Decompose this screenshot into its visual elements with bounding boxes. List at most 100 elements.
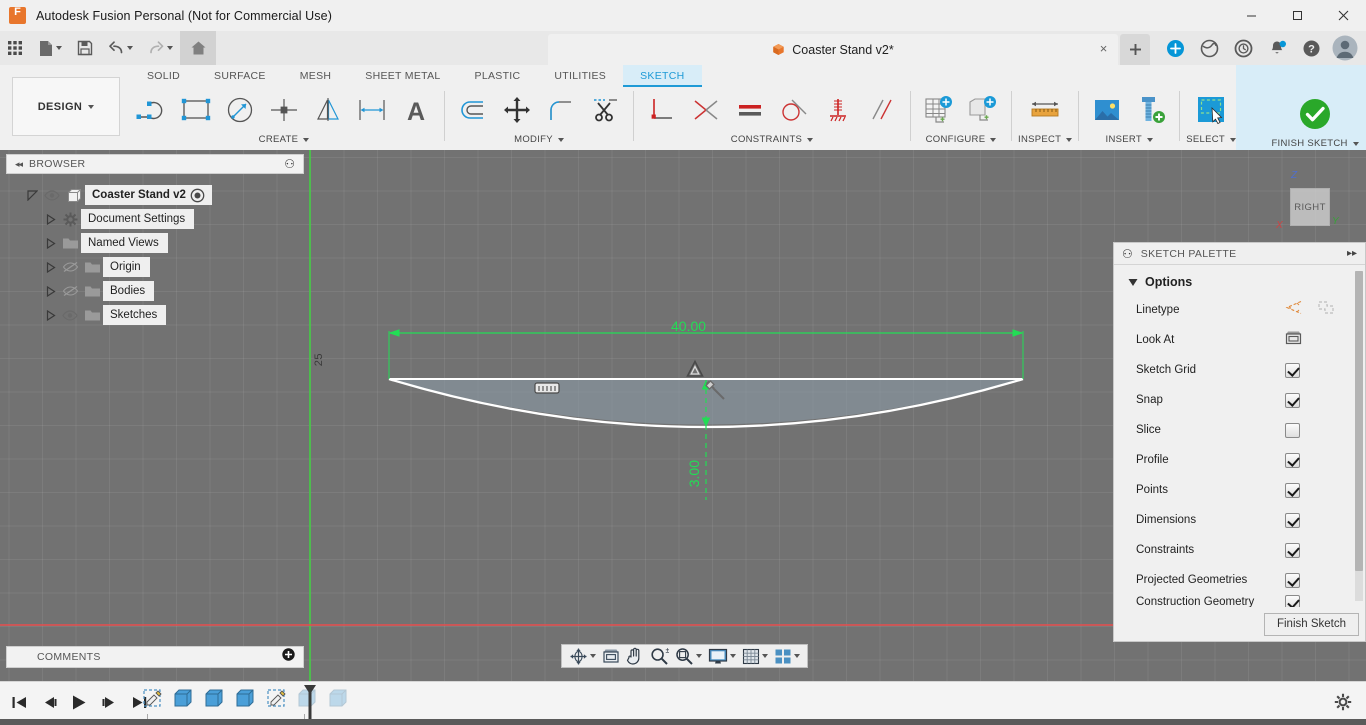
extensions-icon[interactable]: [1158, 31, 1192, 65]
ribbon-group-label-create[interactable]: CREATE: [259, 134, 310, 145]
sidebar-item-sketches[interactable]: Sketches: [6, 303, 304, 327]
browser-header[interactable]: ◂◂ BROWSER ⚇: [6, 154, 304, 174]
document-tab[interactable]: Coaster Stand v2* ×: [548, 34, 1118, 65]
help-icon[interactable]: ?: [1294, 31, 1328, 65]
tab-surface[interactable]: SURFACE: [197, 65, 283, 87]
visibility-eye-off-icon[interactable]: [59, 261, 81, 273]
add-comment-icon[interactable]: [282, 648, 295, 666]
timeline-feature-extrude[interactable]: [171, 686, 197, 712]
fix-unfix-constraint[interactable]: [816, 88, 860, 132]
ribbon-group-label-modify[interactable]: MODIFY: [514, 134, 564, 145]
options-section-header[interactable]: Options: [1114, 273, 1365, 295]
timeline-feature-extrude[interactable]: [326, 686, 352, 712]
palette-scrollbar[interactable]: [1355, 271, 1363, 601]
palette-row-dimensions[interactable]: Dimensions: [1114, 505, 1365, 535]
slice-checkbox[interactable]: [1285, 422, 1300, 438]
redo-button[interactable]: [140, 31, 180, 65]
sidebar-item-origin[interactable]: Origin: [6, 255, 304, 279]
configure-part-tool[interactable]: [961, 88, 1005, 132]
vertical-dimension-value[interactable]: 3.00: [686, 460, 702, 487]
palette-minimize-icon[interactable]: ⚇: [1122, 247, 1133, 261]
text-tool[interactable]: A: [394, 88, 438, 132]
timeline-feature-extrude[interactable]: [233, 686, 259, 712]
sidebar-item-named-views[interactable]: Named Views: [6, 231, 304, 255]
parallel-constraint[interactable]: [860, 88, 904, 132]
home-button[interactable]: [180, 31, 216, 65]
minimize-button[interactable]: [1228, 0, 1274, 31]
visibility-eye-icon[interactable]: [59, 309, 81, 321]
select-tool[interactable]: [1189, 88, 1233, 132]
view-cube[interactable]: Z Y X RIGHT: [1264, 168, 1344, 238]
palette-row-sketch-grid[interactable]: Sketch Grid: [1114, 355, 1365, 385]
expand-arrow-icon[interactable]: [42, 309, 59, 321]
palette-row-profile[interactable]: Profile: [1114, 445, 1365, 475]
notifications-icon[interactable]: [1260, 31, 1294, 65]
step-back-button[interactable]: [38, 690, 60, 714]
circle-tool[interactable]: [218, 88, 262, 132]
snap-checkbox[interactable]: [1285, 392, 1300, 408]
expand-arrow-icon[interactable]: [42, 237, 59, 249]
look-at-icon[interactable]: [1285, 330, 1302, 350]
collinear-constraint[interactable]: [684, 88, 728, 132]
palette-row-slice[interactable]: Slice: [1114, 415, 1365, 445]
viewports-icon[interactable]: [771, 645, 803, 667]
orbit-icon[interactable]: [566, 645, 599, 667]
recent-activity-icon[interactable]: [1226, 31, 1260, 65]
horizontal-constraint-glyph[interactable]: [534, 381, 560, 400]
new-tab-button[interactable]: [1120, 34, 1150, 65]
mirror-tool[interactable]: [306, 88, 350, 132]
coincident-constraint[interactable]: [640, 88, 684, 132]
app-grid-button[interactable]: [0, 31, 30, 65]
avatar[interactable]: [1328, 31, 1362, 65]
visibility-eye-off-icon[interactable]: [59, 285, 81, 297]
palette-scrollbar-thumb[interactable]: [1355, 271, 1363, 571]
measure-tool[interactable]: [1023, 88, 1067, 132]
play-button[interactable]: [68, 690, 90, 714]
offset-tool[interactable]: [451, 88, 495, 132]
pan-icon[interactable]: [623, 645, 647, 667]
construction-geometry-checkbox[interactable]: [1285, 595, 1300, 607]
tab-solid[interactable]: SOLID: [130, 65, 197, 87]
palette-row-snap[interactable]: Snap: [1114, 385, 1365, 415]
sketch-grid-checkbox[interactable]: [1285, 362, 1300, 378]
display-settings-icon[interactable]: [705, 645, 739, 667]
line-tool[interactable]: [130, 88, 174, 132]
timeline-feature-sketch[interactable]: [264, 686, 290, 712]
insert-image-tool[interactable]: [1085, 88, 1129, 132]
zoom-icon[interactable]: ±: [647, 645, 672, 667]
fix-constraint-glyph[interactable]: [704, 379, 728, 408]
expand-arrow-icon[interactable]: [42, 285, 59, 297]
insert-mcmaster-tool[interactable]: [1129, 88, 1173, 132]
sidebar-item-coaster-stand[interactable]: Coaster Stand v2: [6, 183, 304, 207]
tab-utilities[interactable]: UTILITIES: [537, 65, 623, 87]
horizontal-dimension-value[interactable]: 40.00: [671, 318, 706, 334]
dimensions-checkbox[interactable]: [1285, 512, 1300, 528]
configure-table-tool[interactable]: [917, 88, 961, 132]
timeline-marker[interactable]: [303, 684, 317, 724]
point-tool[interactable]: [262, 88, 306, 132]
close-icon[interactable]: ×: [1097, 42, 1110, 56]
workspace-selector[interactable]: DESIGN: [12, 77, 120, 136]
move-copy-tool[interactable]: [495, 88, 539, 132]
undo-button[interactable]: [100, 31, 140, 65]
sidebar-item-document-settings[interactable]: Document Settings: [6, 207, 304, 231]
ribbon-group-label-constraints[interactable]: CONSTRAINTS: [731, 134, 814, 145]
tangent-constraint[interactable]: [772, 88, 816, 132]
maximize-button[interactable]: [1274, 0, 1320, 31]
expand-arrow-icon[interactable]: [42, 213, 59, 225]
look-at-icon[interactable]: [599, 645, 623, 667]
expand-arrow-icon[interactable]: [24, 189, 41, 201]
timeline-settings-icon[interactable]: [1334, 693, 1352, 716]
grid-snaps-icon[interactable]: [739, 645, 771, 667]
profile-checkbox[interactable]: [1285, 452, 1300, 468]
construction-linetype-icon[interactable]: [1285, 300, 1303, 320]
centerline-linetype-icon[interactable]: [1317, 300, 1335, 320]
tab-sketch[interactable]: SKETCH: [623, 65, 702, 87]
ribbon-group-label-select[interactable]: SELECT: [1186, 134, 1237, 145]
data-panel-icon[interactable]: [1192, 31, 1226, 65]
sketch-dimension-tool[interactable]: [350, 88, 394, 132]
save-button[interactable]: [70, 31, 100, 65]
timeline-feature-sketch[interactable]: [140, 686, 166, 712]
jump-to-beginning-button[interactable]: [8, 690, 30, 714]
projected-geometries-checkbox[interactable]: [1285, 572, 1300, 588]
